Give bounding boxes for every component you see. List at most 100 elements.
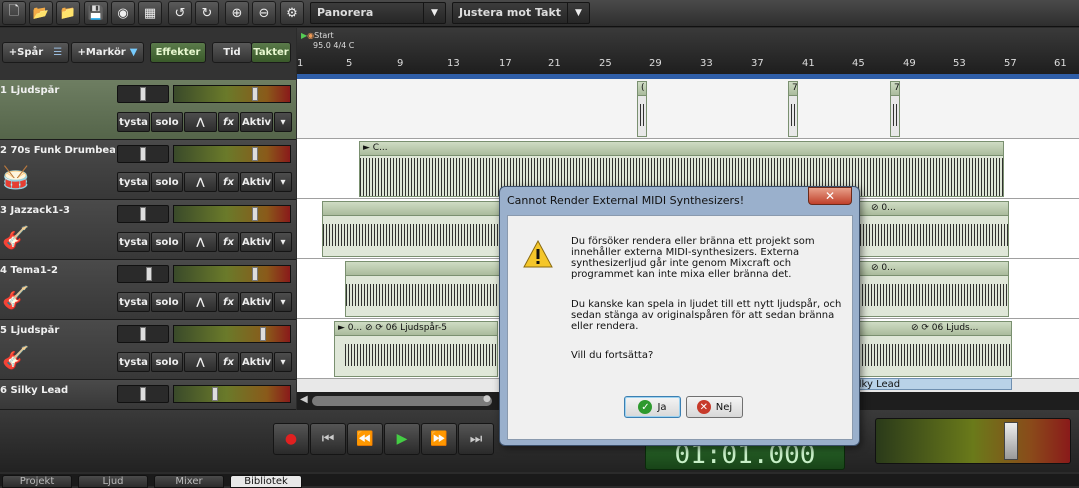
pan-slider[interactable] bbox=[173, 265, 291, 283]
new-file-icon[interactable]: 🗋 bbox=[2, 1, 26, 25]
mute-button[interactable]: tysta bbox=[117, 352, 150, 372]
volume-slider[interactable] bbox=[117, 325, 169, 343]
pan-knob[interactable] bbox=[260, 327, 266, 341]
volume-slider[interactable] bbox=[117, 85, 169, 103]
zoom-out-icon[interactable]: ⊖ bbox=[252, 1, 276, 25]
track-name[interactable]: 6 Silky Lead bbox=[0, 385, 115, 396]
mute-button[interactable]: tysta bbox=[117, 292, 150, 312]
tab-sound[interactable]: Ljud bbox=[78, 475, 148, 488]
track-name[interactable]: 2 70s Funk Drumbea... bbox=[0, 145, 115, 156]
track-header[interactable]: 6 Silky Lead bbox=[0, 380, 296, 410]
close-icon[interactable]: ✕ bbox=[808, 187, 852, 205]
track-menu-button[interactable]: ▾ bbox=[274, 172, 292, 192]
track-header[interactable]: 2 70s Funk Drumbea... 🥁 tysta solo ⋀ fx … bbox=[0, 140, 296, 200]
audio-clip[interactable]: ⊘ ⟳ 06 Ljuds... bbox=[852, 321, 1012, 377]
tab-mixer[interactable]: Mixer bbox=[154, 475, 224, 488]
active-button[interactable]: Aktiv bbox=[240, 112, 273, 132]
automation-icon[interactable]: ⋀ bbox=[184, 112, 217, 132]
track-name[interactable]: 1 Ljudspår bbox=[0, 85, 115, 96]
track-name[interactable]: 5 Ljudspår bbox=[0, 325, 115, 336]
fx-button[interactable]: fx bbox=[218, 172, 239, 192]
track-header[interactable]: 1 Ljudspår tysta solo ⋀ fx Aktiv ▾ bbox=[0, 80, 296, 140]
track-header[interactable]: 5 Ljudspår 🎸 tysta solo ⋀ fx Aktiv ▾ bbox=[0, 320, 296, 380]
undo-icon[interactable]: ↺ bbox=[168, 1, 192, 25]
bars-mode-button[interactable]: Takter bbox=[251, 42, 291, 63]
solo-button[interactable]: solo bbox=[151, 172, 183, 192]
volume-knob[interactable] bbox=[140, 327, 146, 341]
automation-icon[interactable]: ⋀ bbox=[184, 292, 217, 312]
automation-icon[interactable]: ⋀ bbox=[184, 172, 217, 192]
solo-button[interactable]: solo bbox=[151, 112, 183, 132]
volume-slider[interactable] bbox=[117, 385, 169, 403]
midi-clip[interactable]: ilky Lead bbox=[852, 378, 1012, 390]
tab-library[interactable]: Bibliotek bbox=[230, 475, 302, 488]
master-volume-knob[interactable] bbox=[1004, 422, 1018, 460]
pan-knob[interactable] bbox=[252, 87, 258, 101]
go-to-start-icon[interactable]: ⏮ bbox=[310, 423, 346, 455]
track-name[interactable]: 3 Jazzack1-3 bbox=[0, 205, 115, 216]
volume-knob[interactable] bbox=[146, 267, 152, 281]
play-icon[interactable]: ▶ bbox=[384, 423, 420, 455]
save-icon[interactable]: 💾 bbox=[84, 1, 108, 25]
effects-button[interactable]: Effekter bbox=[150, 42, 206, 63]
audio-clip[interactable]: 7 bbox=[788, 81, 798, 137]
pan-slider[interactable] bbox=[173, 85, 291, 103]
fx-button[interactable]: fx bbox=[218, 292, 239, 312]
pan-knob[interactable] bbox=[212, 387, 218, 401]
solo-button[interactable]: solo bbox=[151, 232, 183, 252]
go-to-end-icon[interactable]: ⏭ bbox=[458, 423, 494, 455]
record-icon[interactable]: ● bbox=[273, 423, 309, 455]
master-volume-slider[interactable] bbox=[875, 418, 1071, 464]
clip-header[interactable]: ( bbox=[638, 82, 646, 96]
cd-icon[interactable]: ◉ bbox=[111, 1, 135, 25]
fx-button[interactable]: fx bbox=[218, 352, 239, 372]
start-marker[interactable]: ▶◉Start 95.0 4/4 C bbox=[301, 31, 354, 51]
clip-header[interactable]: ► 0... ⊘ ⟳ 06 Ljudspår-5 bbox=[335, 322, 497, 336]
track-menu-button[interactable]: ▾ bbox=[274, 352, 292, 372]
fx-button[interactable]: fx bbox=[218, 112, 239, 132]
volume-knob[interactable] bbox=[140, 387, 146, 401]
pan-knob[interactable] bbox=[252, 267, 258, 281]
volume-slider[interactable] bbox=[117, 265, 169, 283]
pan-slider[interactable] bbox=[173, 325, 291, 343]
volume-slider[interactable] bbox=[117, 205, 169, 223]
track-header[interactable]: 3 Jazzack1-3 🎸 tysta solo ⋀ fx Aktiv ▾ bbox=[0, 200, 296, 260]
zoom-in-icon[interactable]: ⊕ bbox=[225, 1, 249, 25]
active-button[interactable]: Aktiv bbox=[240, 172, 273, 192]
volume-slider[interactable] bbox=[117, 145, 169, 163]
fast-forward-icon[interactable]: ⏩ bbox=[421, 423, 457, 455]
gear-icon[interactable]: ⚙ bbox=[280, 1, 304, 25]
track-menu-button[interactable]: ▾ bbox=[274, 292, 292, 312]
mute-button[interactable]: tysta bbox=[117, 172, 150, 192]
automation-icon[interactable]: ⋀ bbox=[184, 232, 217, 252]
pan-knob[interactable] bbox=[252, 207, 258, 221]
audio-clip[interactable]: 7 bbox=[890, 81, 900, 137]
track-menu-button[interactable]: ▾ bbox=[274, 232, 292, 252]
mute-button[interactable]: tysta bbox=[117, 112, 150, 132]
volume-knob[interactable] bbox=[140, 147, 146, 161]
rewind-icon[interactable]: ⏪ bbox=[347, 423, 383, 455]
track-name[interactable]: 4 Tema1-2 bbox=[0, 265, 115, 276]
pan-slider[interactable] bbox=[173, 385, 291, 403]
clip-header[interactable]: 7 bbox=[789, 82, 797, 96]
clip-header[interactable]: 7 bbox=[891, 82, 899, 96]
mute-button[interactable]: tysta bbox=[117, 232, 150, 252]
redo-icon[interactable]: ↻ bbox=[195, 1, 219, 25]
pan-slider[interactable] bbox=[173, 145, 291, 163]
clip-header[interactable]: ► C... bbox=[360, 142, 1003, 156]
add-track-button[interactable]: +Spår ☰ bbox=[2, 42, 69, 63]
yes-button[interactable]: ✓ Ja bbox=[624, 396, 681, 418]
open-folder-icon[interactable]: 📂 bbox=[29, 1, 53, 25]
solo-button[interactable]: solo bbox=[151, 292, 183, 312]
track-header[interactable]: 4 Tema1-2 🎸 tysta solo ⋀ fx Aktiv ▾ bbox=[0, 260, 296, 320]
add-marker-button[interactable]: +Markör ▼ bbox=[71, 42, 144, 63]
time-mode-button[interactable]: Tid bbox=[212, 42, 252, 63]
automation-icon[interactable]: ⋀ bbox=[184, 352, 217, 372]
scroll-left-icon[interactable]: ◀ bbox=[300, 394, 308, 405]
scrollbar-thumb[interactable] bbox=[312, 396, 492, 406]
solo-button[interactable]: solo bbox=[151, 352, 183, 372]
fx-button[interactable]: fx bbox=[218, 232, 239, 252]
snap-dropdown[interactable]: Justera mot Takt ▼ bbox=[452, 2, 590, 24]
audio-clip[interactable]: ( bbox=[637, 81, 647, 137]
bar-ruler[interactable]: ▶◉Start 95.0 4/4 C 1 5 9 13 17 21 25 29 … bbox=[297, 28, 1079, 74]
